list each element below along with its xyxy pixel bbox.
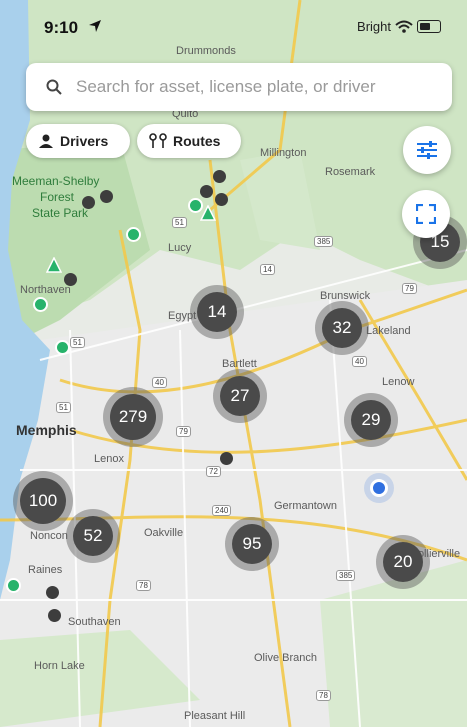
road-shield: 240: [212, 505, 232, 516]
map-label: Memphis: [16, 422, 77, 438]
drivers-filter-label: Drivers: [60, 133, 109, 149]
road-shield: 79: [176, 426, 191, 437]
cluster-marker[interactable]: 14: [197, 292, 237, 332]
map-label: Forest: [40, 190, 75, 204]
driver-marker[interactable]: [33, 297, 48, 312]
map-label: Raines: [28, 564, 63, 576]
road-shield: 40: [152, 377, 167, 388]
map-label: Lakeland: [366, 325, 411, 337]
routes-filter-button[interactable]: Routes: [137, 124, 241, 158]
vehicle-marker[interactable]: [220, 452, 233, 465]
vehicle-marker[interactable]: [200, 185, 213, 198]
map-label: Lenow: [382, 376, 415, 388]
vehicle-marker[interactable]: [82, 196, 95, 209]
vehicle-marker[interactable]: [100, 190, 113, 203]
map-filter-button[interactable]: [403, 126, 451, 174]
road-shield: 385: [314, 236, 334, 247]
map-label: Meeman-Shelby: [12, 174, 100, 188]
cluster-marker[interactable]: 279: [110, 394, 156, 440]
person-icon: [39, 134, 53, 148]
drivers-filter-button[interactable]: Drivers: [26, 124, 130, 158]
sliders-icon: [417, 141, 437, 159]
map-label: Brunswick: [320, 290, 371, 302]
road-shield: 385: [336, 570, 356, 581]
routes-filter-label: Routes: [173, 133, 221, 149]
cluster-marker[interactable]: 100: [20, 478, 66, 524]
map-label: Pleasant Hill: [184, 710, 246, 722]
map-label: Noncon: [30, 530, 68, 542]
location-arrow-icon: [89, 20, 101, 32]
search-input[interactable]: [74, 76, 438, 98]
vehicle-marker[interactable]: [213, 170, 226, 183]
cluster-marker[interactable]: 52: [73, 516, 113, 556]
search-bar[interactable]: [26, 63, 452, 111]
driver-marker[interactable]: [6, 578, 21, 593]
driver-marker[interactable]: [126, 227, 141, 242]
user-location-marker: [370, 479, 388, 497]
map-label: Lucy: [168, 242, 192, 254]
fullscreen-button[interactable]: [402, 190, 450, 238]
map-label: Rosemark: [325, 166, 376, 178]
cluster-marker[interactable]: 29: [351, 400, 391, 440]
map-label: State Park: [32, 206, 89, 220]
wifi-icon: [395, 20, 413, 33]
cluster-marker[interactable]: 95: [232, 524, 272, 564]
map-label: Southaven: [68, 616, 121, 628]
status-bar: 9:10 Bright: [0, 0, 467, 56]
vehicle-marker[interactable]: [46, 586, 59, 599]
search-icon: [46, 79, 62, 95]
map-label: Oakville: [144, 527, 184, 539]
route-icon: [149, 133, 167, 148]
map-label: Millington: [260, 147, 307, 159]
vehicle-marker[interactable]: [48, 609, 61, 622]
road-shield: 51: [172, 217, 187, 228]
expand-icon: [416, 204, 436, 224]
road-shield: 51: [70, 337, 85, 348]
road-shield: 79: [402, 283, 417, 294]
map-label: Northaven: [20, 284, 71, 296]
vehicle-marker[interactable]: [64, 273, 77, 286]
road-shield: 51: [56, 402, 71, 413]
road-shield: 40: [352, 356, 367, 367]
cluster-marker[interactable]: 20: [383, 542, 423, 582]
vehicle-marker[interactable]: [215, 193, 228, 206]
route-marker-icon[interactable]: [200, 205, 216, 221]
status-indicators: Bright: [357, 19, 441, 34]
road-shield: 72: [206, 466, 221, 477]
map-label: Lenox: [94, 453, 124, 465]
cluster-marker[interactable]: 32: [322, 308, 362, 348]
route-marker-icon[interactable]: [46, 257, 62, 273]
road-shield: 78: [316, 690, 331, 701]
road-shield: 14: [260, 264, 275, 275]
battery-icon: [417, 20, 441, 33]
map-label: Olive Branch: [254, 652, 317, 664]
map-label: Germantown: [274, 500, 337, 512]
map-label: Bartlett: [222, 358, 257, 370]
carrier-label: Bright: [357, 19, 391, 34]
map-label: Egypt: [168, 310, 197, 322]
status-time: 9:10: [44, 18, 79, 37]
road-shield: 78: [136, 580, 151, 591]
map-label: Horn Lake: [34, 660, 85, 672]
driver-marker[interactable]: [55, 340, 70, 355]
cluster-marker[interactable]: 27: [220, 376, 260, 416]
